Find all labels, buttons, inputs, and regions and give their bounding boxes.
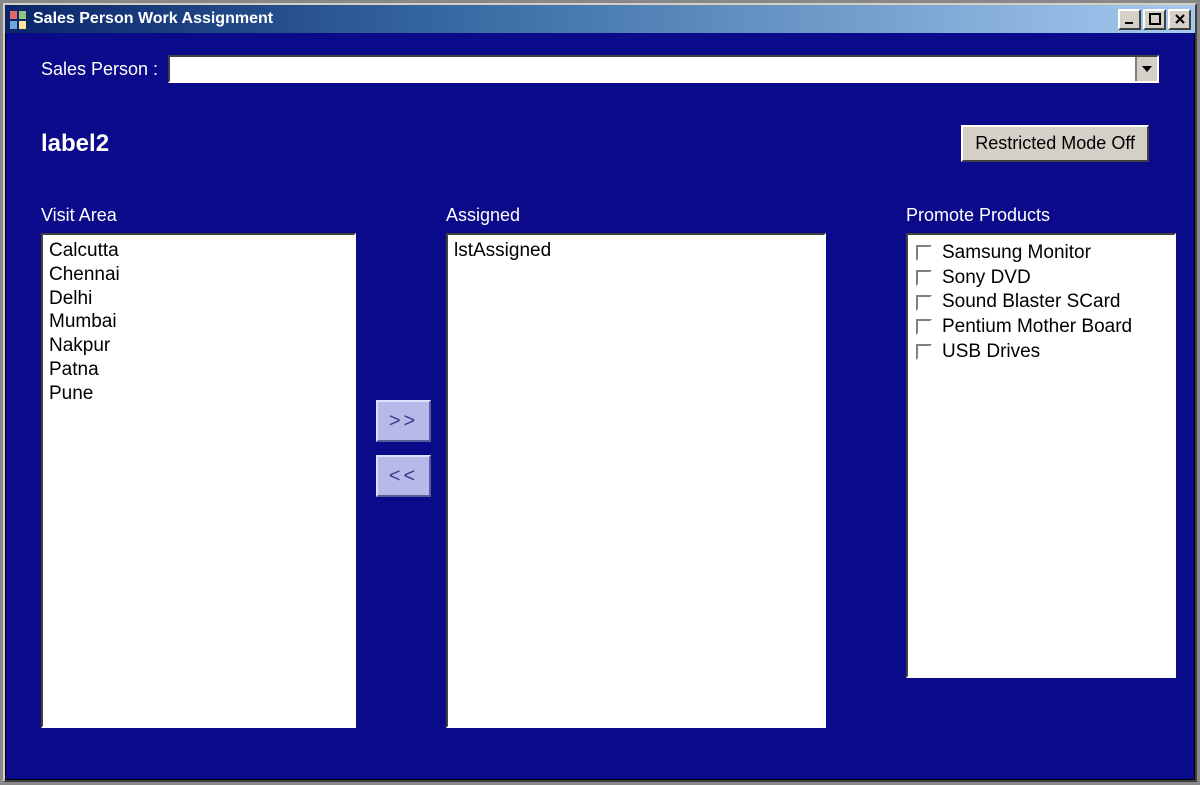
label2: label2 (41, 130, 109, 158)
visit-area-item[interactable]: Nakpur (49, 334, 348, 358)
checkbox-icon[interactable] (916, 245, 932, 261)
restricted-mode-button[interactable]: Restricted Mode Off (961, 125, 1149, 162)
checkbox-icon[interactable] (916, 295, 932, 311)
visit-area-item[interactable]: Chennai (49, 263, 348, 287)
visit-area-listbox[interactable]: CalcuttaChennaiDelhiMumbaiNakpurPatnaPun… (41, 233, 356, 728)
window-frame: Sales Person Work Assignment Sales Perso… (3, 3, 1197, 782)
sales-person-label: Sales Person : (41, 59, 158, 80)
promote-product-label: Pentium Mother Board (942, 315, 1132, 340)
visit-area-label: Visit Area (41, 205, 117, 226)
promote-product-item[interactable]: Sound Blaster SCard (916, 290, 1166, 315)
maximize-button[interactable] (1143, 9, 1166, 30)
client-area: Sales Person : label2 Restricted Mode Of… (11, 35, 1189, 774)
promote-product-label: USB Drives (942, 340, 1040, 365)
visit-area-item[interactable]: Calcutta (49, 239, 348, 263)
checkbox-icon[interactable] (916, 319, 932, 335)
sales-person-combo[interactable] (168, 55, 1159, 83)
visit-area-item[interactable]: Delhi (49, 287, 348, 311)
window-title: Sales Person Work Assignment (33, 10, 1118, 28)
move-left-button[interactable]: << (376, 455, 431, 497)
sales-person-input[interactable] (170, 57, 1135, 81)
promote-product-label: Sound Blaster SCard (942, 290, 1121, 315)
close-button[interactable] (1168, 9, 1191, 30)
app-icon (9, 10, 27, 28)
visit-area-item[interactable]: Pune (49, 382, 348, 406)
promote-product-item[interactable]: USB Drives (916, 340, 1166, 365)
checkbox-icon[interactable] (916, 344, 932, 360)
assigned-item[interactable]: lstAssigned (454, 239, 818, 263)
minimize-button[interactable] (1118, 9, 1141, 30)
promote-product-label: Samsung Monitor (942, 241, 1091, 266)
assigned-label: Assigned (446, 205, 520, 226)
promote-product-item[interactable]: Pentium Mother Board (916, 315, 1166, 340)
promote-products-label: Promote Products (906, 205, 1050, 226)
checkbox-icon[interactable] (916, 270, 932, 286)
promote-product-label: Sony DVD (942, 266, 1031, 291)
promote-products-checklist[interactable]: Samsung MonitorSony DVDSound Blaster SCa… (906, 233, 1176, 678)
move-right-button[interactable]: >> (376, 400, 431, 442)
assigned-listbox[interactable]: lstAssigned (446, 233, 826, 728)
promote-product-item[interactable]: Sony DVD (916, 266, 1166, 291)
promote-product-item[interactable]: Samsung Monitor (916, 241, 1166, 266)
combo-drop-button[interactable] (1135, 57, 1157, 81)
visit-area-item[interactable]: Patna (49, 358, 348, 382)
visit-area-item[interactable]: Mumbai (49, 310, 348, 334)
title-bar[interactable]: Sales Person Work Assignment (5, 5, 1195, 33)
